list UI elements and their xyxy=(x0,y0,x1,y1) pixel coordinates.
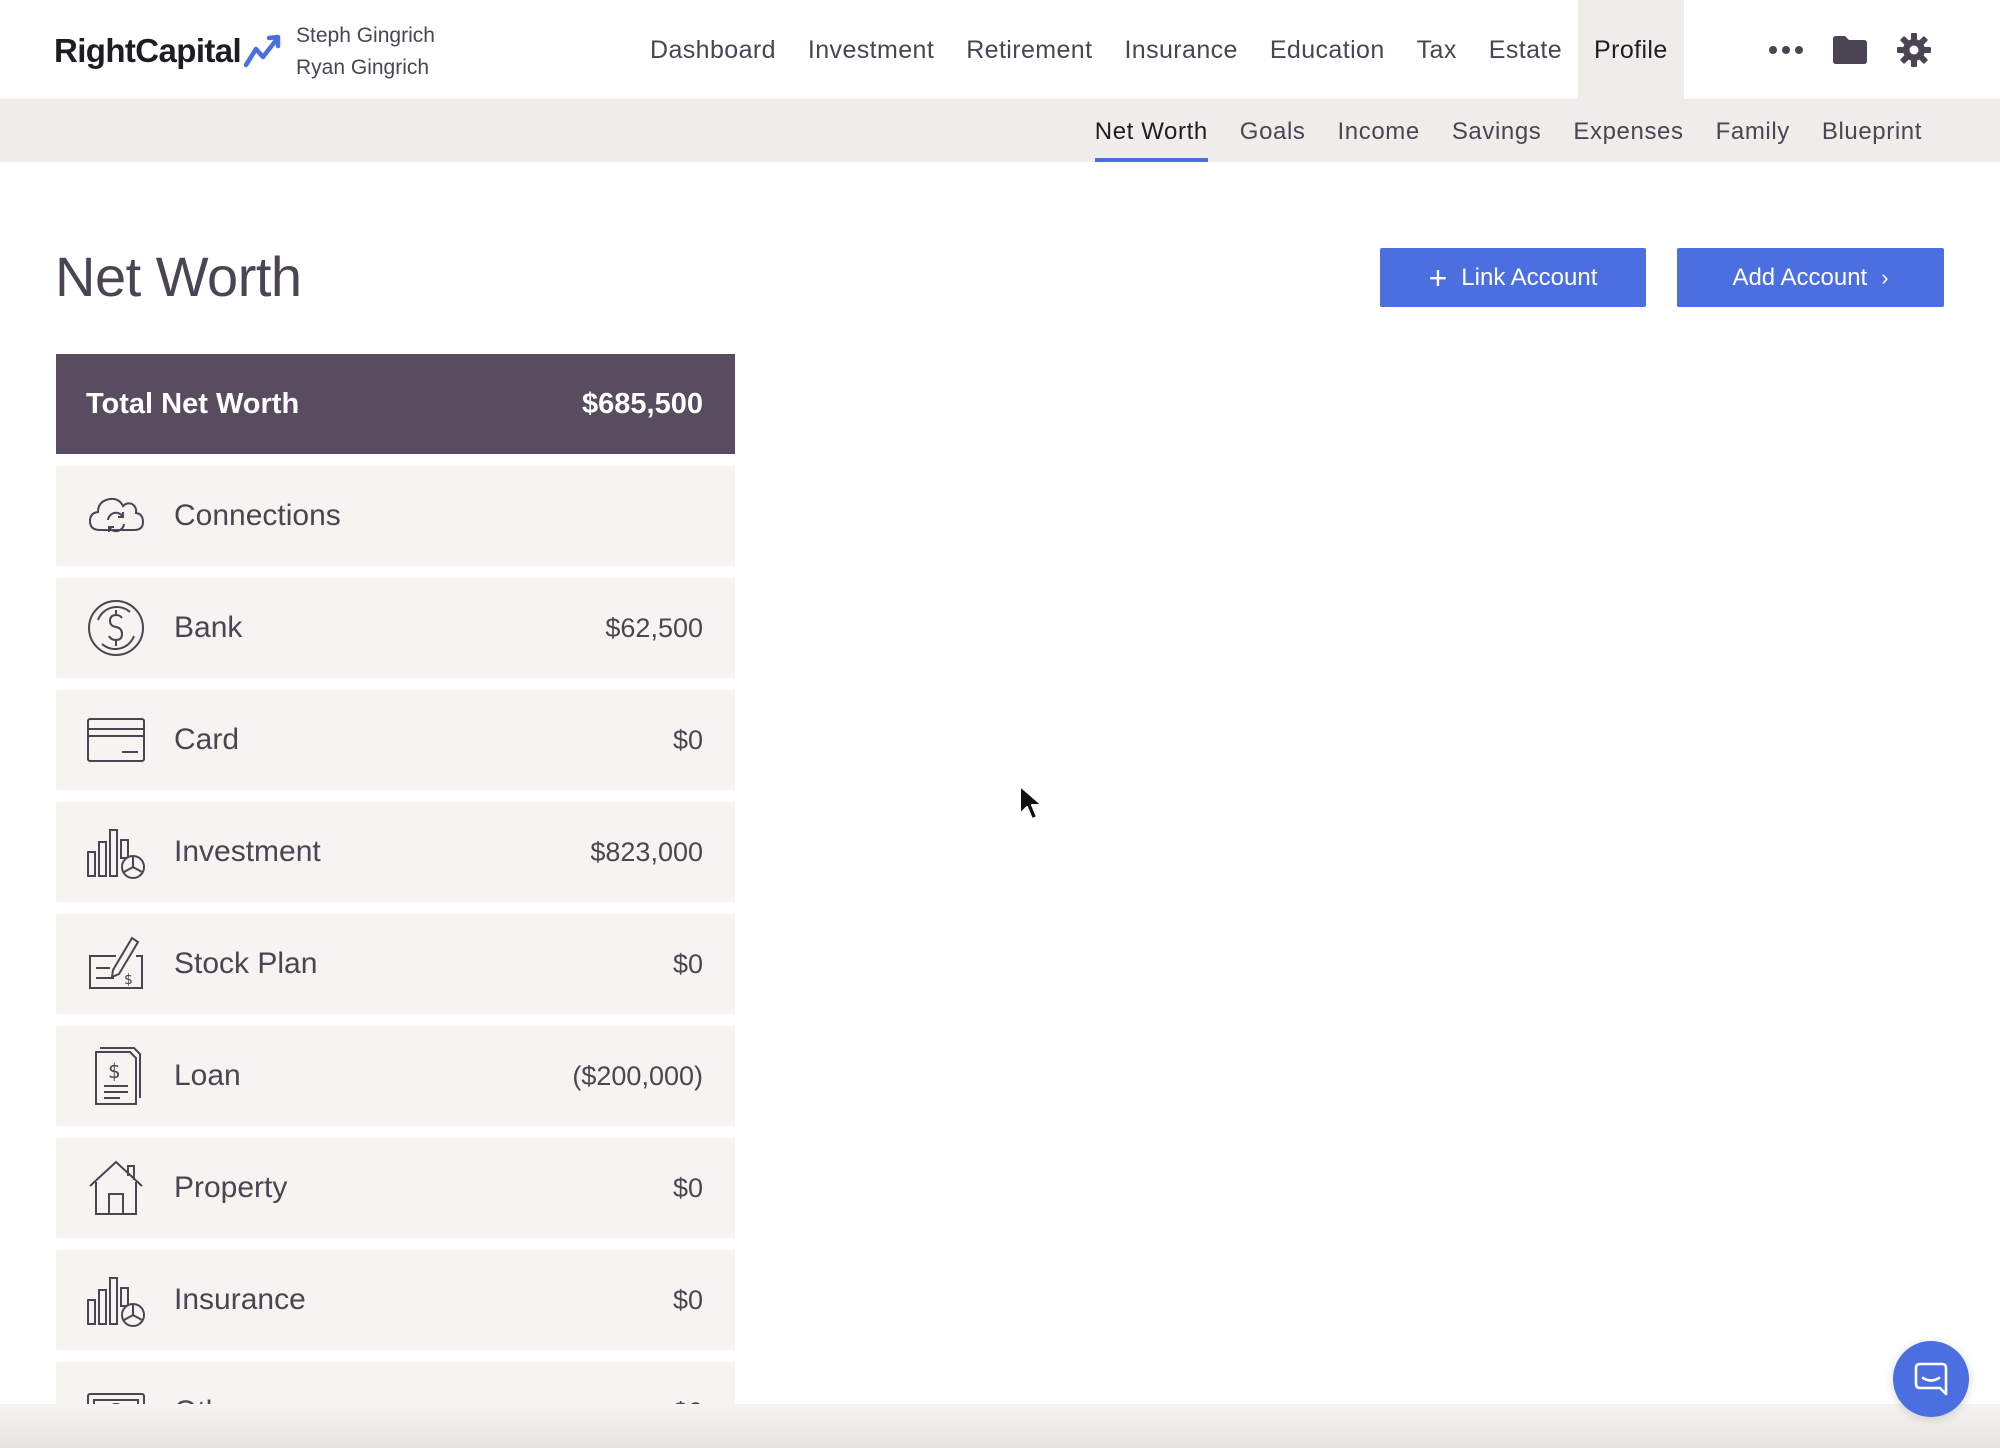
chevron-right-icon: › xyxy=(1881,264,1889,290)
nav-insurance[interactable]: Insurance xyxy=(1108,0,1253,100)
account-name: Investment xyxy=(174,835,321,868)
account-name: Property xyxy=(174,1171,288,1204)
tab-family[interactable]: Family xyxy=(1700,100,1806,162)
total-net-worth-label: Total Net Worth xyxy=(86,387,300,420)
top-icons xyxy=(1754,0,1946,100)
account-value: $0 xyxy=(672,1172,703,1203)
account-row-insurance[interactable]: Insurance $0 xyxy=(56,1250,735,1350)
account-row-property[interactable]: Property $0 xyxy=(56,1138,735,1238)
account-row-investment[interactable]: Investment $823,000 xyxy=(56,802,735,902)
account-row-bank[interactable]: Bank $62,500 xyxy=(56,578,735,678)
house-icon xyxy=(89,1160,143,1215)
chat-icon xyxy=(1914,1362,1948,1396)
nav-tax[interactable]: Tax xyxy=(1401,0,1473,100)
tab-blueprint[interactable]: Blueprint xyxy=(1806,100,1938,162)
account-name: Stock Plan xyxy=(174,947,318,980)
logo-text: RightCapital xyxy=(54,32,242,69)
add-account-label: Add Account xyxy=(1732,263,1868,291)
account-name: Insurance xyxy=(174,1283,306,1316)
client-name-2: Ryan Gingrich xyxy=(296,56,430,79)
account-value: $0 xyxy=(672,1284,703,1315)
folder-icon[interactable] xyxy=(1818,0,1882,100)
insurance-chart-icon xyxy=(87,1277,145,1327)
account-value: $0 xyxy=(672,724,703,755)
add-account-button[interactable]: Add Account › xyxy=(1677,248,1944,307)
sub-nav: Net Worth Goals Income Savings Expenses … xyxy=(0,100,2000,162)
logo-arrow-icon xyxy=(243,34,281,68)
account-name: Card xyxy=(174,723,240,756)
chat-launcher-button[interactable] xyxy=(1893,1341,1969,1417)
account-row-loan[interactable]: $ Loan ($200,000) xyxy=(56,1026,735,1126)
link-account-button[interactable]: + Link Account xyxy=(1380,248,1646,307)
account-value: $823,000 xyxy=(590,836,703,867)
tab-net-worth[interactable]: Net Worth xyxy=(1079,100,1224,162)
account-row-card[interactable]: Card $0 xyxy=(56,690,735,790)
nav-retirement[interactable]: Retirement xyxy=(950,0,1108,100)
stock-plan-check-icon: $ xyxy=(89,936,143,989)
main-nav: Dashboard Investment Retirement Insuranc… xyxy=(634,0,1684,100)
account-value: $62,500 xyxy=(605,612,703,643)
total-net-worth-value: $685,500 xyxy=(582,387,703,420)
tab-goals[interactable]: Goals xyxy=(1224,100,1322,162)
svg-text:$: $ xyxy=(124,972,133,988)
nav-investment[interactable]: Investment xyxy=(792,0,950,100)
cloud-sync-icon xyxy=(88,497,145,533)
nav-education[interactable]: Education xyxy=(1254,0,1401,100)
link-account-label: Link Account xyxy=(1461,263,1598,291)
account-name: Connections xyxy=(174,499,341,532)
account-value: ($200,000) xyxy=(572,1060,703,1091)
account-name: Bank xyxy=(174,611,243,644)
tab-savings[interactable]: Savings xyxy=(1436,100,1558,162)
nav-dashboard[interactable]: Dashboard xyxy=(634,0,792,100)
account-row-stock-plan[interactable]: $ Stock Plan $0 xyxy=(56,914,735,1014)
total-net-worth-row: Total Net Worth $685,500 xyxy=(56,354,735,454)
account-value: $0 xyxy=(672,948,703,979)
bottom-edge xyxy=(0,1404,2000,1448)
top-bar: RightCapital Steph Gingrich Ryan Gingric… xyxy=(0,0,2000,100)
investment-chart-icon xyxy=(87,829,145,879)
nav-profile[interactable]: Profile xyxy=(1578,0,1684,100)
page-title: Net Worth xyxy=(55,245,302,308)
gear-icon[interactable] xyxy=(1882,0,1946,100)
tab-income[interactable]: Income xyxy=(1322,100,1436,162)
dollar-coin-icon xyxy=(88,600,144,656)
rightcapital-logo[interactable]: RightCapital xyxy=(54,28,287,74)
client-names: Steph Gingrich Ryan Gingrich xyxy=(296,20,435,84)
mouse-cursor-icon xyxy=(1019,785,1043,820)
account-row-connections[interactable]: Connections xyxy=(56,466,735,566)
loan-document-icon: $ xyxy=(95,1047,141,1105)
credit-card-icon xyxy=(87,718,145,762)
svg-text:$: $ xyxy=(108,1059,121,1083)
account-list: Total Net Worth $685,500 Connections Ban… xyxy=(56,354,735,1448)
client-name-1: Steph Gingrich xyxy=(296,24,435,47)
tab-expenses[interactable]: Expenses xyxy=(1557,100,1699,162)
nav-estate[interactable]: Estate xyxy=(1473,0,1578,100)
account-name: Loan xyxy=(174,1059,241,1092)
plus-icon: + xyxy=(1428,259,1448,296)
more-icon[interactable] xyxy=(1754,0,1818,100)
